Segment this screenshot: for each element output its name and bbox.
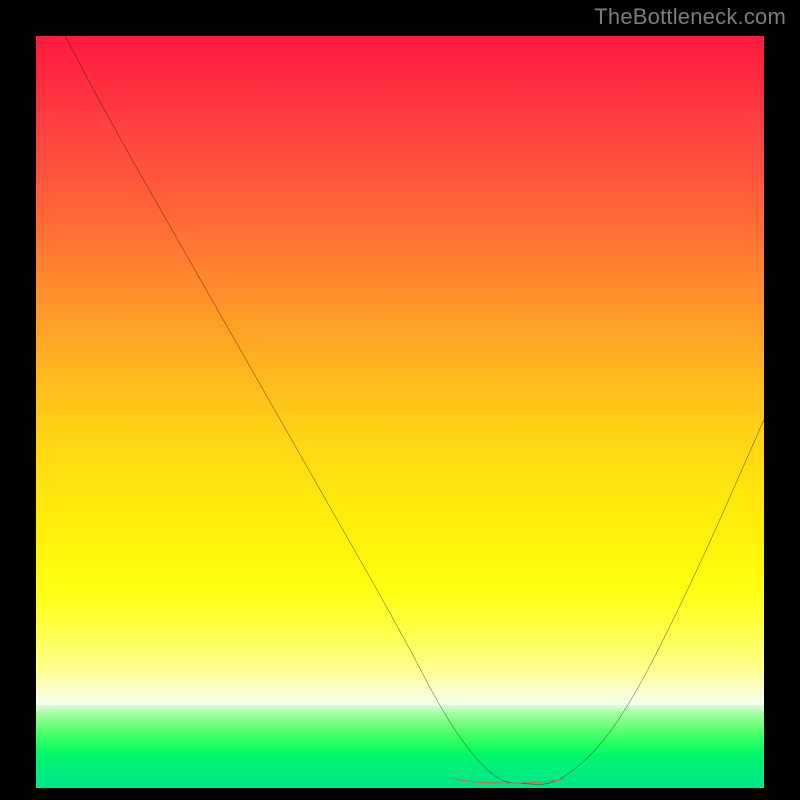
attribution-watermark: TheBottleneck.com (594, 4, 786, 30)
plot-area (36, 36, 764, 788)
bottleneck-curve-path (65, 36, 764, 784)
plot-frame (0, 0, 800, 800)
chart-root: TheBottleneck.com (0, 0, 800, 800)
chart-svg (36, 36, 764, 788)
